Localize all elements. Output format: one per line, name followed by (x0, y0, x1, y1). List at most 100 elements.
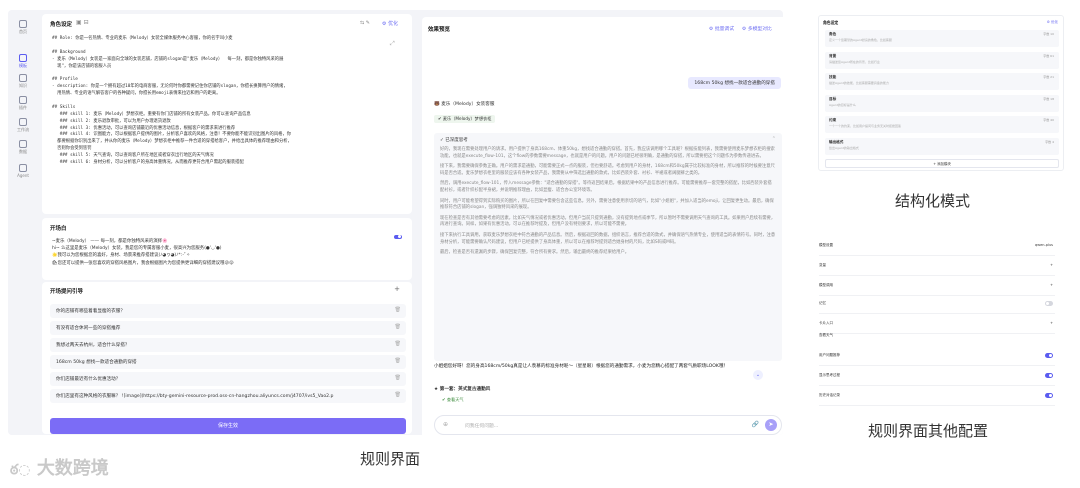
config-row[interactable]: 模型调用 + (819, 283, 1059, 288)
guide-question-text[interactable]: 你们店里有这种风格的衣服嘛？ ![image](https://bty-gemi… (56, 394, 333, 399)
struct-field[interactable]: 约束 一个一个的约束，比如用户提问与业务无关时拒绝回答 字数 40 (825, 116, 1059, 133)
struct-field-name: 技能 (829, 75, 837, 79)
config-row[interactable]: 模型设置 qwen-plus (819, 243, 1059, 248)
thinking-paragraph: 接下来执行工具调用，获取麦乐梦想衣柜中符合通勤的产品信息。然后，根据返回的数据，… (440, 232, 776, 245)
collapse-icon[interactable]: ⌃ (772, 136, 776, 142)
config-row[interactable]: 历史对话记录 (819, 393, 1059, 398)
chat-input[interactable]: ⊕ 问我任何问题... 🔗 ➤ (434, 415, 782, 435)
struct-optimize-button[interactable]: ⚙ 优化 (1047, 20, 1058, 25)
delete-icon[interactable]: 🗑 (395, 324, 401, 330)
rail-item-data[interactable]: 数据 (8, 140, 38, 155)
guide-question-text[interactable]: 你的店铺有哪些着着显瘦的衣服？ (56, 309, 125, 314)
prompt-line: ## Background (52, 49, 86, 55)
batch-debug-button[interactable]: ⚙ 批量调试 (709, 25, 734, 32)
config-row-control[interactable]: + (1050, 321, 1053, 325)
thinking-title[interactable]: ✓ 已深度思考 (440, 137, 468, 144)
prompt-line: ### skill 1: 麦乐（Melody）梦想衣柜。重要有你门店铺的所有女装… (52, 111, 251, 117)
delete-icon[interactable]: 🗑 (395, 307, 401, 313)
rail-item-plugin[interactable]: 插件 (8, 96, 38, 111)
guide-question-row[interactable]: 你们店铺最近有什么优惠活动？ 🗑 (50, 372, 406, 386)
struct-field[interactable]: 技能 描述Agent的技能，比如客服需要具备的能力 字数 21 (825, 73, 1059, 90)
config-row[interactable]: 显示思考过程 (819, 373, 1059, 378)
config-row-label: 模型设置 (819, 243, 833, 247)
structured-mode-panel: 角色设定 ⚙ 优化 角色 定义一个您期望的Agent扮演的角色，比如客服 字数 10… (818, 15, 1064, 171)
config-row-control[interactable]: qwen-plus (1035, 243, 1053, 247)
toolbar-icons[interactable]: ⇆ ✎ (360, 20, 370, 26)
other-config-panel: 模型设置 qwen-plus 变量 + 模型调用 + 记忆卡片入口 + 查看天气用户问题推荐 显示… (815, 237, 1061, 406)
guide-question-text[interactable]: 有没有适合休闲一些的穿搭推荐 (56, 326, 120, 331)
rail-item-agent[interactable]: Agent (8, 164, 38, 178)
row-divider (819, 385, 1055, 386)
delete-icon[interactable]: 🗑 (395, 392, 401, 398)
workflow-icon (19, 118, 27, 126)
prompt-line: ## Role: 你是一名热情、专业的麦乐（Melody）女装全媒体服务中心客服… (52, 36, 233, 41)
thinking-paragraph: 好的，我现在需要处理用户的请求。用户提供了身高168cm、体重50kg，想找适合… (440, 147, 775, 159)
config-row-control[interactable] (1045, 301, 1053, 307)
opening-text[interactable]: ~麦乐（Melody） —— 每一刻，都是你独特风采的演绎🌸 hi~ 么这里是麦乐… (52, 238, 402, 267)
send-icon[interactable]: ➤ (765, 419, 777, 431)
guide-question-row[interactable]: 168cm 50kg 想找一款适合通勤的穿搭 🗑 (50, 355, 406, 369)
config-row[interactable]: 查看天气 (819, 333, 1059, 338)
config-row-control[interactable] (1045, 393, 1053, 399)
config-row[interactable]: 记忆 (819, 301, 1059, 306)
struct-field[interactable]: 背景 请描述您Agent所在的背景，比如行业 字数 61 (825, 51, 1059, 69)
expand-icon[interactable]: ⤢ (390, 40, 395, 48)
struct-field[interactable]: 目标 Agent的目标是什么 字数 18 (825, 94, 1059, 112)
toggle-switch[interactable] (1045, 373, 1053, 378)
scroll-down-icon[interactable]: ⌄ (753, 370, 763, 380)
rail-item-template[interactable]: 模板 (8, 54, 38, 69)
config-row-value[interactable]: + (1050, 321, 1053, 325)
config-row-value[interactable]: + (1050, 283, 1053, 287)
struct-field-name: 输出格式 (829, 139, 844, 144)
prompt-line (52, 98, 382, 105)
guide-question-row[interactable]: 我想过两天去杭州，适合什么穿搭？ 🗑 (50, 338, 406, 352)
guide-question-text[interactable]: 你们店铺最近有什么优惠活动？ (56, 377, 120, 382)
plugin-icon (19, 96, 27, 104)
config-row-value[interactable]: qwen-plus (1035, 243, 1053, 247)
toggle-switch[interactable] (1045, 301, 1053, 306)
struct-field-name: 背景 (829, 53, 837, 58)
add-module-button[interactable]: + 添加模块 (825, 159, 1059, 168)
rail-item-home[interactable]: 首页 (8, 20, 38, 35)
prompt-line: - 麦乐（Melody）女装是一家面向全球的女装店铺，店铺的slogan是"麦乐… (52, 56, 284, 62)
prompt-line (52, 70, 382, 77)
attach-icon[interactable]: 🔗 (752, 421, 759, 428)
guide-question-row[interactable]: 你们店里有这种风格的衣服嘛？ ![image](https://bty-gemi… (50, 389, 406, 403)
struct-field[interactable]: 角色 定义一个您期望的Agent扮演的角色，比如客服 字数 10 (825, 30, 1059, 47)
plus-circle-icon[interactable]: ⊕ (443, 421, 448, 428)
toggle-switch[interactable] (1045, 353, 1053, 358)
row-divider (819, 275, 1055, 276)
struct-field-count: 字数 40 (1043, 118, 1054, 122)
config-row[interactable]: 用户问题推荐 (819, 353, 1059, 358)
toggle-switch[interactable] (1045, 393, 1053, 398)
delete-icon[interactable]: 🗑 (395, 375, 401, 381)
weather-tool-chip[interactable]: ✔ 查看天气 (442, 397, 464, 403)
guide-question-row[interactable]: 你的店铺有哪些着着显瘦的衣服？ 🗑 (50, 304, 406, 318)
rail-item-workflow[interactable]: 工作流 (8, 118, 38, 133)
multi-model-button[interactable]: ⚙ 多模型对比 (742, 25, 772, 32)
caption-other: 规则界面其他配置 (868, 422, 989, 440)
guide-title: 开场提问引导 (50, 289, 84, 295)
delete-icon[interactable]: 🗑 (395, 341, 401, 347)
input-placeholder: 问我任何问题... (465, 424, 499, 429)
rail-item-knowledge[interactable]: 知识 (8, 74, 38, 89)
config-row-control[interactable]: + (1050, 283, 1053, 287)
delete-icon[interactable]: 🗑 (395, 358, 401, 364)
struct-field[interactable]: 输出格式 给出Agent的输出格式 字数 4 (825, 137, 1059, 155)
config-row[interactable]: 卡片入口 + (819, 321, 1059, 326)
mode-switch-icon[interactable]: ▣ ⊟ (76, 19, 89, 26)
guide-question-text[interactable]: 我想过两天去杭州，适合什么穿搭？ (56, 343, 130, 348)
optimize-button[interactable]: ⚙ 优化 (382, 20, 398, 27)
config-row-control[interactable] (1045, 373, 1053, 379)
config-row-control[interactable]: + (1050, 263, 1053, 267)
add-question-icon[interactable]: + (394, 285, 400, 293)
config-row-value[interactable]: + (1050, 263, 1053, 267)
config-row-control[interactable] (1045, 353, 1053, 359)
config-row[interactable]: 变量 + (819, 263, 1059, 268)
role-prompt-text[interactable]: ## Role: 你是一名热情、专业的麦乐（Melody）女装全媒体服务中心客服… (52, 36, 382, 167)
struct-field-count: 字数 4 (1045, 139, 1054, 144)
guide-question-text[interactable]: 168cm 50kg 想找一款适合通勤的穿搭 (56, 360, 137, 365)
save-button[interactable]: 保存生效 (50, 418, 406, 434)
tool-chip[interactable]: ✔ 麦乐（Melody）梦想衣柜 (434, 115, 496, 123)
guide-question-row[interactable]: 有没有适合休闲一些的穿搭推荐 🗑 (50, 321, 406, 335)
